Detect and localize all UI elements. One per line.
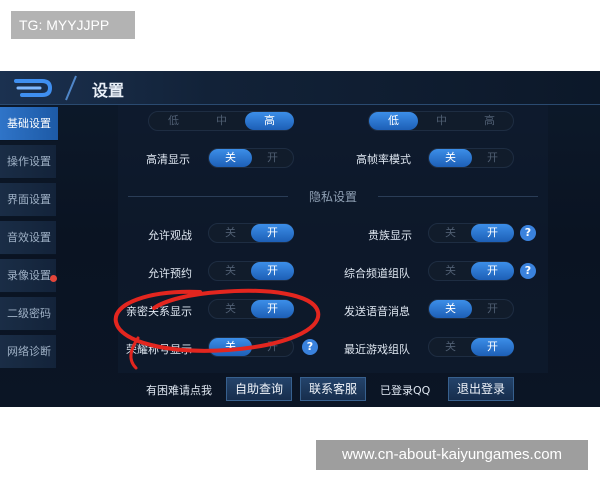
sidebar-item-replay[interactable]: 录像设置 (0, 259, 56, 293)
noble-display-label: 贵族显示 (368, 229, 412, 242)
sidebar-item-controls[interactable]: 操作设置 (0, 145, 56, 179)
sidebar-item-password[interactable]: 二级密码 (0, 297, 56, 331)
footer-bar: 有困难请点我 自助查询 联系客服 已登录QQ 退出登录 (0, 373, 600, 407)
allow-reserve-on[interactable]: 开 (251, 262, 294, 280)
allow-spectate-off[interactable]: 关 (209, 224, 252, 242)
channel-team-off[interactable]: 关 (429, 262, 472, 280)
quality-right-low[interactable]: 低 (369, 112, 418, 130)
noble-help-icon[interactable]: ? (520, 225, 536, 241)
watermark-top: TG: MYYJJPP (11, 11, 135, 39)
notification-dot (50, 275, 57, 282)
high-fps-on[interactable]: 开 (471, 149, 514, 167)
red-circle-annotation (113, 288, 321, 370)
quality-selector-right[interactable]: 低 中 高 (368, 111, 514, 131)
quality-selector-left[interactable]: 低 中 高 (148, 111, 294, 131)
logout-button[interactable]: 退出登录 (448, 377, 514, 401)
channel-team-toggle[interactable]: 关 开 (428, 261, 514, 281)
hd-display-off[interactable]: 关 (209, 149, 252, 167)
voice-message-on[interactable]: 开 (471, 300, 514, 318)
high-fps-toggle[interactable]: 关 开 (428, 148, 514, 168)
sidebar-item-network[interactable]: 网络诊断 (0, 335, 56, 369)
recent-team-toggle[interactable]: 关 开 (428, 337, 514, 357)
noble-display-toggle[interactable]: 关 开 (428, 223, 514, 243)
allow-spectate-on[interactable]: 开 (251, 224, 294, 242)
recent-team-off[interactable]: 关 (429, 338, 472, 356)
trouble-label: 有困难请点我 (146, 384, 212, 397)
quality-right-high[interactable]: 高 (465, 112, 514, 130)
self-help-button[interactable]: 自助查询 (226, 377, 292, 401)
section-divider-right (378, 196, 538, 197)
channel-team-on[interactable]: 开 (471, 262, 514, 280)
hd-display-toggle[interactable]: 关 开 (208, 148, 294, 168)
hd-display-on[interactable]: 开 (251, 149, 294, 167)
contact-service-button[interactable]: 联系客服 (300, 377, 366, 401)
allow-spectate-toggle[interactable]: 关 开 (208, 223, 294, 243)
quality-left-low[interactable]: 低 (149, 112, 198, 130)
header-divider-icon (65, 75, 77, 101)
quality-left-high[interactable]: 高 (245, 112, 294, 130)
sidebar: 基础设置 操作设置 界面设置 音效设置 录像设置 二级密码 网络诊断 (0, 105, 60, 407)
allow-reserve-off[interactable]: 关 (209, 262, 252, 280)
noble-display-off[interactable]: 关 (429, 224, 472, 242)
game-logo-icon (14, 79, 53, 97)
allow-reserve-toggle[interactable]: 关 开 (208, 261, 294, 281)
login-status: 已登录QQ (380, 384, 431, 397)
high-fps-off[interactable]: 关 (429, 149, 472, 167)
recent-team-on[interactable]: 开 (471, 338, 514, 356)
voice-message-toggle[interactable]: 关 开 (428, 299, 514, 319)
sidebar-item-interface[interactable]: 界面设置 (0, 183, 56, 217)
voice-message-label: 发送语音消息 (344, 305, 410, 318)
sidebar-item-basic[interactable]: 基础设置 (0, 107, 58, 141)
channel-team-label: 综合频道组队 (344, 267, 410, 280)
noble-display-on[interactable]: 开 (471, 224, 514, 242)
allow-reserve-label: 允许预约 (148, 267, 192, 280)
recent-team-label: 最近游戏组队 (344, 343, 410, 356)
sidebar-item-sound[interactable]: 音效设置 (0, 221, 56, 255)
channel-help-icon[interactable]: ? (520, 263, 536, 279)
page-title: 设置 (92, 81, 125, 100)
high-fps-label: 高帧率模式 (356, 153, 411, 166)
quality-right-mid[interactable]: 中 (417, 112, 466, 130)
allow-spectate-label: 允许观战 (148, 229, 192, 242)
quality-left-mid[interactable]: 中 (197, 112, 246, 130)
hd-display-label: 高清显示 (146, 153, 190, 166)
voice-message-off[interactable]: 关 (429, 300, 472, 318)
privacy-section-header: 隐私设置 (118, 187, 548, 205)
top-bar: 设置 (0, 71, 600, 105)
watermark-bottom: www.cn-about-kaiyungames.com (316, 440, 588, 470)
